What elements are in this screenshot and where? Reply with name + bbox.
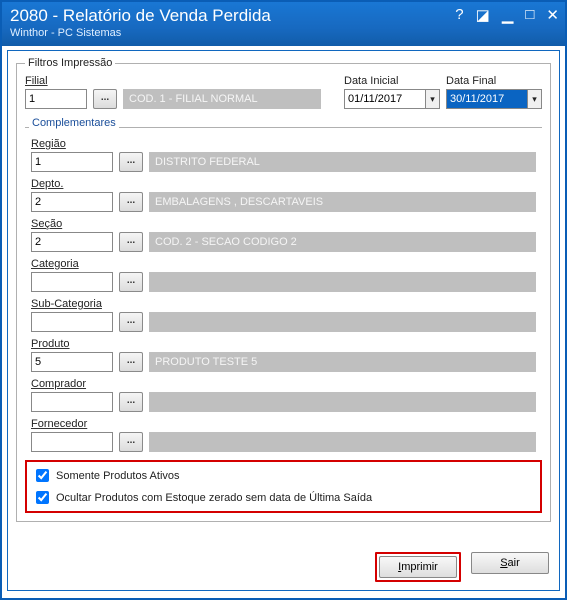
produto-lookup-button[interactable]: ... bbox=[119, 352, 143, 372]
subcategoria-lookup-button[interactable]: ... bbox=[119, 312, 143, 332]
fornecedor-label: Fornecedor bbox=[31, 418, 536, 430]
check-ativos-row[interactable]: Somente Produtos Ativos bbox=[32, 466, 535, 485]
data-final-input[interactable] bbox=[446, 89, 528, 109]
categoria-input[interactable] bbox=[31, 272, 113, 292]
data-inicial-label: Data Inicial bbox=[344, 75, 440, 87]
comprador-desc bbox=[149, 392, 536, 412]
chevron-down-icon[interactable]: ▾ bbox=[426, 89, 440, 109]
comprador-lookup-button[interactable]: ... bbox=[119, 392, 143, 412]
categoria-desc bbox=[149, 272, 536, 292]
secao-lookup-button[interactable]: ... bbox=[119, 232, 143, 252]
filial-input[interactable] bbox=[25, 89, 87, 109]
inner-frame: Filtros Impressão Filial ... COD. 1 - FI… bbox=[7, 50, 560, 591]
check-ativos[interactable] bbox=[36, 469, 49, 482]
produto-input[interactable] bbox=[31, 352, 113, 372]
depto-label: Depto. bbox=[31, 178, 536, 190]
secao-label: Seção bbox=[31, 218, 536, 230]
produto-label: Produto bbox=[31, 338, 536, 350]
chevron-down-icon[interactable]: ▾ bbox=[528, 89, 542, 109]
regiao-label: Região bbox=[31, 138, 536, 150]
fornecedor-input[interactable] bbox=[31, 432, 113, 452]
close-icon[interactable]: ✕ bbox=[546, 6, 559, 24]
footer: Imprimir Sair bbox=[375, 552, 549, 582]
fornecedor-lookup-button[interactable]: ... bbox=[119, 432, 143, 452]
complementares-legend: Complementares bbox=[29, 117, 119, 129]
minimize-icon[interactable]: ▁ bbox=[502, 6, 514, 24]
content-area: Filtros Impressão Filial ... COD. 1 - FI… bbox=[8, 51, 559, 534]
edit-icon[interactable]: ◪ bbox=[476, 6, 490, 24]
data-inicial-input[interactable] bbox=[344, 89, 426, 109]
imprimir-button[interactable]: Imprimir bbox=[379, 556, 457, 578]
check-ocultar-label: Ocultar Produtos com Estoque zerado sem … bbox=[56, 492, 372, 504]
comprador-label: Comprador bbox=[31, 378, 536, 390]
title-controls: ? ◪ ▁ □ ✕ bbox=[455, 6, 559, 24]
filters-fieldset: Filtros Impressão Filial ... COD. 1 - FI… bbox=[16, 57, 551, 522]
check-ocultar[interactable] bbox=[36, 491, 49, 504]
check-ocultar-row[interactable]: Ocultar Produtos com Estoque zerado sem … bbox=[32, 488, 535, 507]
check-ativos-label: Somente Produtos Ativos bbox=[56, 470, 180, 482]
comprador-input[interactable] bbox=[31, 392, 113, 412]
filial-lookup-button[interactable]: ... bbox=[93, 89, 117, 109]
imprimir-highlight: Imprimir bbox=[375, 552, 461, 582]
fornecedor-desc bbox=[149, 432, 536, 452]
filial-label: Filial bbox=[25, 75, 321, 87]
sair-button[interactable]: Sair bbox=[471, 552, 549, 574]
secao-desc: COD. 2 - SECAO CODIGO 2 bbox=[149, 232, 536, 252]
secao-input[interactable] bbox=[31, 232, 113, 252]
help-icon[interactable]: ? bbox=[455, 6, 463, 24]
titlebar: 2080 - Relatório de Venda Perdida Wintho… bbox=[2, 2, 565, 46]
depto-input[interactable] bbox=[31, 192, 113, 212]
subcategoria-desc bbox=[149, 312, 536, 332]
depto-lookup-button[interactable]: ... bbox=[119, 192, 143, 212]
filial-desc: COD. 1 - FILIAL NORMAL bbox=[123, 89, 321, 109]
regiao-desc: DISTRITO FEDERAL bbox=[149, 152, 536, 172]
subcategoria-input[interactable] bbox=[31, 312, 113, 332]
produto-desc: PRODUTO TESTE 5 bbox=[149, 352, 536, 372]
maximize-icon[interactable]: □ bbox=[525, 6, 534, 24]
window-subtitle: Winthor - PC Sistemas bbox=[10, 26, 557, 40]
regiao-input[interactable] bbox=[31, 152, 113, 172]
filters-legend: Filtros Impressão bbox=[25, 57, 115, 69]
depto-desc: EMBALAGENS , DESCARTAVEIS bbox=[149, 192, 536, 212]
regiao-lookup-button[interactable]: ... bbox=[119, 152, 143, 172]
categoria-lookup-button[interactable]: ... bbox=[119, 272, 143, 292]
categoria-label: Categoria bbox=[31, 258, 536, 270]
checkboxes-highlight: Somente Produtos Ativos Ocultar Produtos… bbox=[25, 460, 542, 513]
app-window: 2080 - Relatório de Venda Perdida Wintho… bbox=[0, 0, 567, 600]
data-final-label: Data Final bbox=[446, 75, 542, 87]
subcategoria-label: Sub-Categoria bbox=[31, 298, 536, 310]
